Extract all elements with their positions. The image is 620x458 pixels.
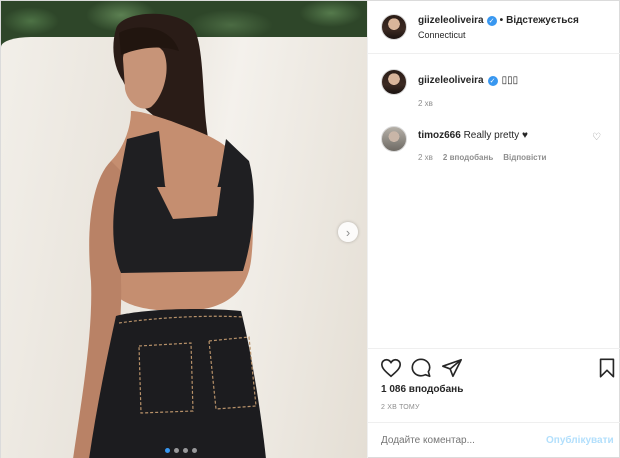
post-author: giizeleoliveira ✓ • Відстежується <box>418 15 579 26</box>
post-window: › giizeleoliveira ✓ • Відстежується Conn… <box>0 0 620 458</box>
post-photo[interactable]: › <box>1 1 367 458</box>
caption-text: ▯▯▯ <box>501 75 519 86</box>
location-link[interactable]: Connecticut <box>418 30 466 40</box>
model-figure <box>73 13 266 458</box>
comment-line: timoz666 Really pretty ♥ <box>418 130 528 141</box>
comment-input[interactable] <box>381 435 531 446</box>
publish-button[interactable]: Опублікувати <box>546 435 614 446</box>
verified-badge-icon: ✓ <box>486 15 497 26</box>
carousel-dot <box>183 448 188 453</box>
comment-composer: Опублікувати <box>368 422 620 458</box>
post-header: giizeleoliveira ✓ • Відстежується Connec… <box>368 1 620 54</box>
carousel-dots <box>165 448 197 453</box>
caption-username[interactable]: giizeleoliveira <box>418 75 484 86</box>
avatar[interactable] <box>381 14 407 40</box>
comment-likes-link[interactable]: 2 вподобань <box>443 153 493 162</box>
carousel-dot <box>165 448 170 453</box>
likes-count[interactable]: 1 086 вподобань <box>381 384 463 395</box>
post-actions: 1 086 вподобань 2 ХВ ТОМУ Опублікувати <box>368 348 620 458</box>
comment-text: Really pretty <box>463 130 520 141</box>
bookmark-icon[interactable] <box>596 357 618 379</box>
post-side-panel: giizeleoliveira ✓ • Відстежується Connec… <box>367 1 620 458</box>
comment-time[interactable]: 2 хв <box>418 153 433 162</box>
post-time[interactable]: 2 ХВ ТОМУ <box>381 404 420 411</box>
carousel-dot <box>192 448 197 453</box>
carousel-dot <box>174 448 179 453</box>
black-heart-icon: ♥ <box>521 130 528 141</box>
caption-line: giizeleoliveira ✓ ▯▯▯ <box>418 75 518 86</box>
caption-time[interactable]: 2 хв <box>418 99 433 108</box>
separator-dot: • <box>499 15 504 26</box>
avatar[interactable] <box>381 69 407 95</box>
comment-like-icon[interactable]: ♡ <box>592 132 601 143</box>
username-link[interactable]: giizeleoliveira <box>418 15 484 26</box>
heart-icon[interactable] <box>380 357 402 379</box>
carousel-next-button[interactable]: › <box>338 222 358 242</box>
reply-button[interactable]: Відповісти <box>503 153 546 162</box>
verified-badge-icon: ✓ <box>487 75 498 86</box>
comment-meta: 2 хв 2 вподобань Відповісти <box>418 153 546 162</box>
follow-status-button[interactable]: Відстежується <box>506 15 579 26</box>
avatar[interactable] <box>381 126 407 152</box>
comment-icon[interactable] <box>410 357 432 379</box>
share-icon[interactable] <box>441 357 463 379</box>
comment-username[interactable]: timoz666 <box>418 130 461 141</box>
chevron-right-icon: › <box>345 224 351 240</box>
